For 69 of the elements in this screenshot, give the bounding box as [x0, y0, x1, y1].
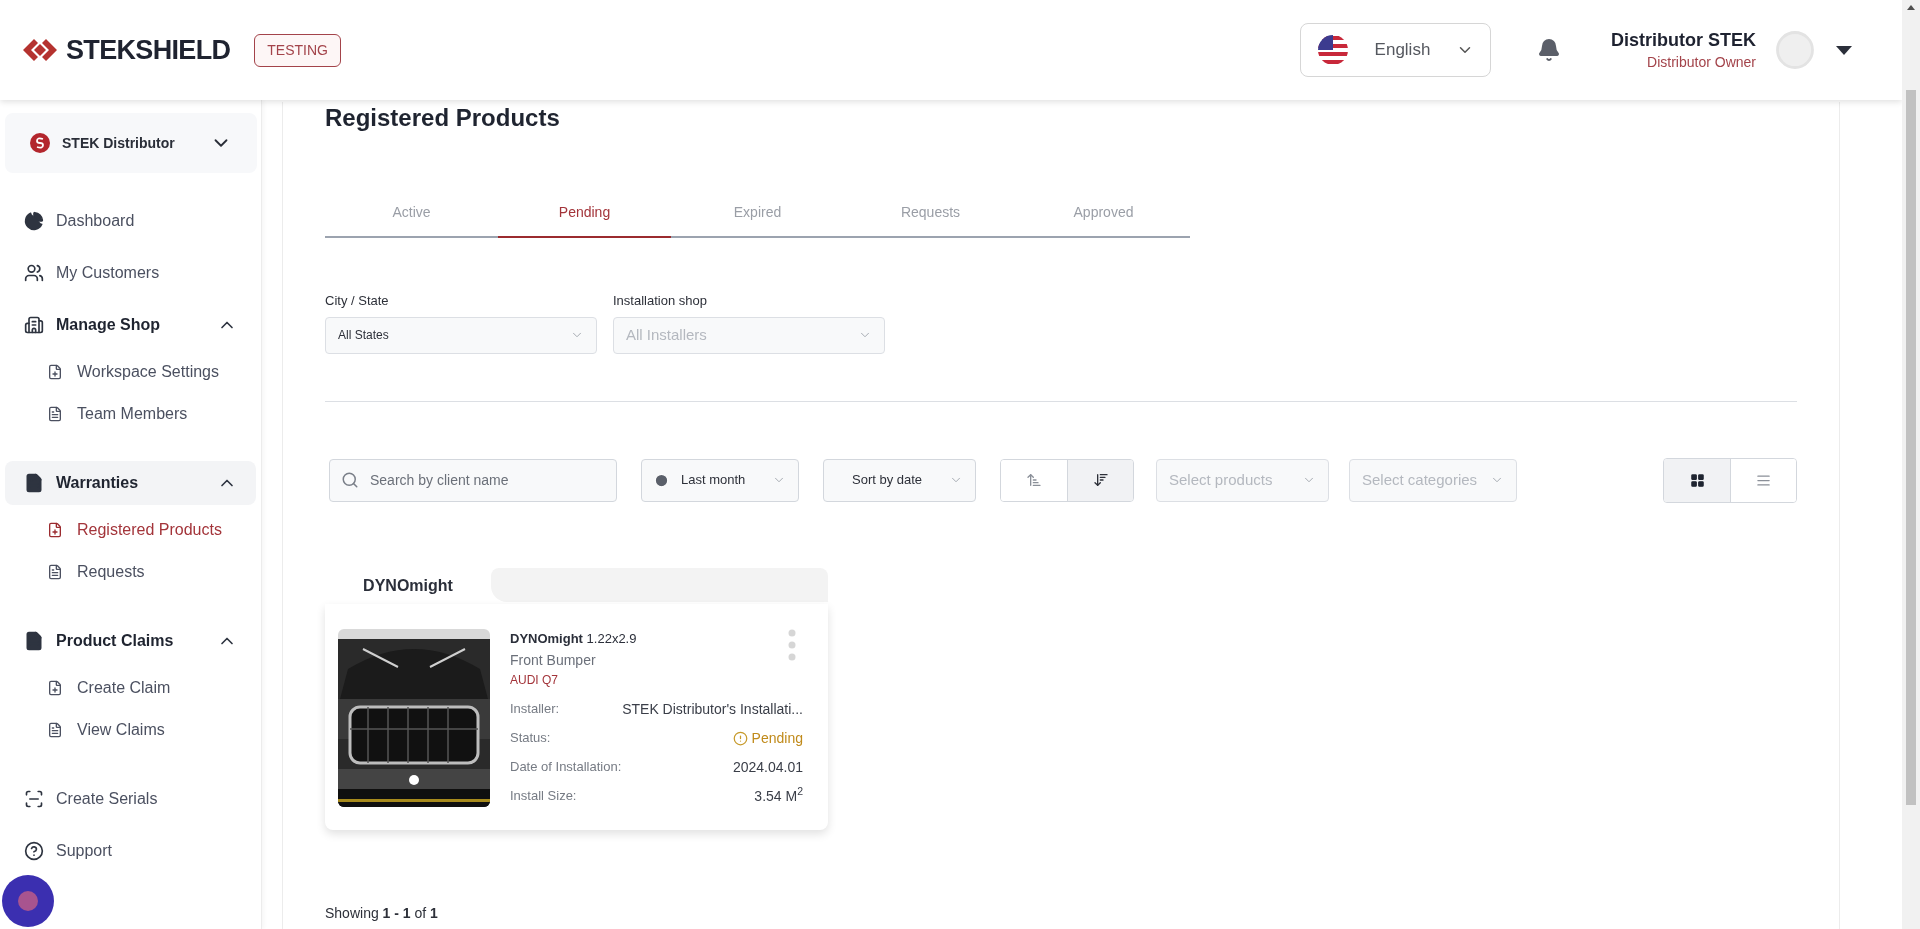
nav-group-header[interactable]: Product Claims: [5, 619, 256, 663]
nav-subitem[interactable]: Registered Products: [5, 509, 256, 551]
field-label: Install Size:: [510, 787, 577, 806]
product-card[interactable]: DYNOmight 1.22x2.9 Front Bumper AUDI Q7 Installer: STEK Distributor's Installati... Status: Pending Date of Installation: 2024.04.01 Install Size: 3.54 M$^{2}$: [325, 603, 828, 830]
page-title: Registered Products: [325, 103, 561, 133]
product-title: DYNOmight 1.22x2.9: [510, 629, 637, 648]
help-icon: [24, 841, 44, 861]
tab[interactable]: Pending: [498, 188, 671, 238]
flag-icon: [1317, 34, 1349, 66]
scan-icon: [24, 789, 44, 809]
grid-view-button[interactable]: [1664, 458, 1730, 502]
nav-item[interactable]: Create Serials: [5, 777, 256, 821]
nav-subitem[interactable]: Team Members: [5, 393, 256, 435]
filter-select[interactable]: All States: [325, 316, 597, 354]
field-label: Status:: [510, 729, 551, 748]
nav-group-header[interactable]: Warranties: [5, 461, 256, 505]
nav-subitem[interactable]: Create Claim: [5, 667, 256, 709]
caret-down-icon[interactable]: [1836, 45, 1852, 55]
nav-group-header[interactable]: Manage Shop: [5, 303, 256, 347]
filter-label: City / State: [325, 292, 390, 310]
sort-ascending-icon: [1026, 472, 1042, 488]
nav-item[interactable]: My Customers: [5, 251, 256, 295]
nav-subitem[interactable]: View Claims: [5, 709, 256, 751]
bell-icon: [1537, 38, 1561, 62]
chat-bubble-button[interactable]: [2, 875, 54, 927]
document-icon: [24, 631, 44, 651]
nav-subitem[interactable]: Requests: [5, 551, 256, 593]
language-select[interactable]: English: [1300, 23, 1491, 77]
search-icon: [341, 470, 359, 489]
file-plus-icon: [47, 680, 63, 696]
environment-badge: TESTING: [254, 33, 341, 67]
nav-item[interactable]: Dashboard: [5, 199, 256, 243]
list-icon: [1756, 472, 1771, 488]
product-part: Front Bumper: [510, 651, 597, 670]
user-name: Distributor STEK: [1611, 29, 1756, 52]
file-text-icon: [47, 722, 63, 738]
warning-icon: [732, 730, 748, 746]
file-text-icon: [47, 406, 63, 422]
field-label: Date of Installation:: [510, 758, 622, 777]
field-value: 3.54 M$^{2}$: [754, 785, 803, 806]
filter-label: Installation shop: [613, 292, 708, 310]
scrollbar[interactable]: [1902, 0, 1920, 929]
sort-select[interactable]: Sort by date: [823, 458, 976, 502]
file-text-icon: [47, 564, 63, 580]
field-value: STEK Distributor's Installati...: [622, 699, 803, 719]
scrollbar-thumb[interactable]: [1906, 90, 1916, 805]
search-field[interactable]: Search by client name: [329, 458, 617, 502]
logo-icon: [22, 38, 58, 62]
nav-subitem[interactable]: Workspace Settings: [5, 351, 256, 393]
workspace-select[interactable]: STEK Distributor: [5, 113, 257, 173]
status-text: Pending: [751, 728, 803, 748]
workspace-logo-icon: [30, 133, 50, 153]
sort-descending-icon: [1092, 472, 1109, 488]
file-plus-icon: [47, 364, 63, 380]
building-icon: [24, 315, 44, 335]
user-role: Distributor Owner: [1647, 53, 1756, 72]
logo-wordmark: STEKSHIELD: [66, 33, 231, 67]
field-value: 2024.04.01: [732, 757, 803, 777]
file-plus-icon: [47, 522, 63, 538]
pagination-summary: Showing 1 - 1 of 1: [325, 903, 439, 923]
period-select[interactable]: Last month: [641, 458, 799, 502]
scroll-up-icon[interactable]: [1907, 5, 1915, 10]
field-label: Installer:: [510, 700, 560, 719]
document-icon: [24, 473, 44, 493]
users-icon: [24, 263, 44, 283]
grid-icon: [1689, 472, 1705, 488]
nav-item[interactable]: Support: [5, 829, 256, 873]
pie-chart-icon: [24, 211, 44, 231]
vehicle-model: AUDI Q7: [510, 672, 559, 689]
